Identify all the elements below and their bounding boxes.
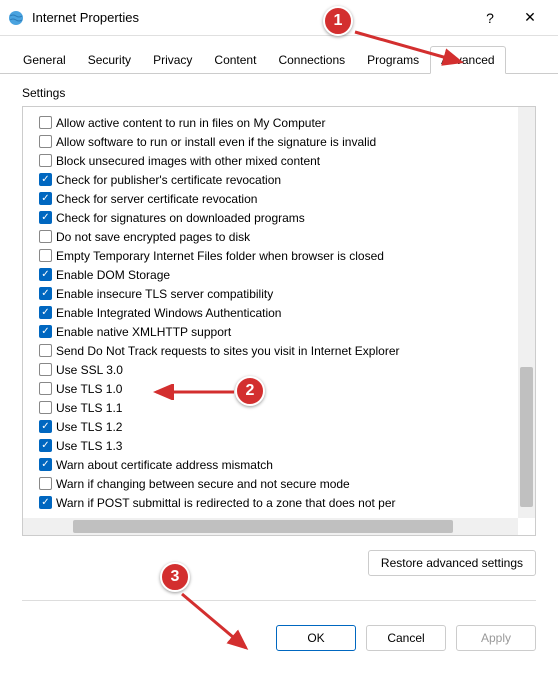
tab-advanced[interactable]: Advanced: [430, 46, 505, 74]
setting-row[interactable]: Enable Integrated Windows Authentication: [39, 303, 535, 322]
scrollbar-thumb[interactable]: [73, 520, 453, 533]
checkbox[interactable]: [39, 173, 52, 186]
setting-label: Allow software to run or install even if…: [56, 135, 376, 149]
internet-options-icon: [8, 10, 24, 26]
setting-label: Check for server certificate revocation: [56, 192, 257, 206]
setting-label: Do not save encrypted pages to disk: [56, 230, 250, 244]
setting-row[interactable]: Do not save encrypted pages to disk: [39, 227, 535, 246]
checkbox[interactable]: [39, 363, 52, 376]
tab-security[interactable]: Security: [77, 46, 142, 73]
tab-privacy[interactable]: Privacy: [142, 46, 203, 73]
horizontal-scrollbar[interactable]: [23, 518, 518, 535]
settings-group-label: Settings: [22, 86, 536, 100]
restore-advanced-settings-button[interactable]: Restore advanced settings: [368, 550, 536, 576]
setting-label: Block unsecured images with other mixed …: [56, 154, 320, 168]
tab-connections[interactable]: Connections: [267, 46, 356, 73]
checkbox[interactable]: [39, 135, 52, 148]
settings-listbox: Allow active content to run in files on …: [22, 106, 536, 536]
checkbox[interactable]: [39, 496, 52, 509]
setting-label: Send Do Not Track requests to sites you …: [56, 344, 400, 358]
setting-row[interactable]: Enable native XMLHTTP support: [39, 322, 535, 341]
setting-row[interactable]: Send Do Not Track requests to sites you …: [39, 341, 535, 360]
setting-row[interactable]: Use TLS 1.2: [39, 417, 535, 436]
dialog-footer: OK Cancel Apply: [0, 625, 558, 665]
setting-row[interactable]: Use SSL 3.0: [39, 360, 535, 379]
setting-label: Warn if POST submittal is redirected to …: [56, 496, 396, 510]
checkbox[interactable]: [39, 116, 52, 129]
checkbox[interactable]: [39, 344, 52, 357]
setting-row[interactable]: Check for publisher's certificate revoca…: [39, 170, 535, 189]
checkbox[interactable]: [39, 192, 52, 205]
setting-row[interactable]: Warn about certificate address mismatch: [39, 455, 535, 474]
divider: [22, 600, 536, 601]
setting-row[interactable]: Block unsecured images with other mixed …: [39, 151, 535, 170]
setting-label: Use TLS 1.1: [56, 401, 122, 415]
setting-label: Warn about certificate address mismatch: [56, 458, 273, 472]
checkbox[interactable]: [39, 477, 52, 490]
tab-strip: General Security Privacy Content Connect…: [0, 36, 558, 74]
checkbox[interactable]: [39, 458, 52, 471]
checkbox[interactable]: [39, 230, 52, 243]
vertical-scrollbar[interactable]: [518, 107, 535, 518]
ok-button[interactable]: OK: [276, 625, 356, 651]
setting-row[interactable]: Warn if changing between secure and not …: [39, 474, 535, 493]
setting-label: Check for publisher's certificate revoca…: [56, 173, 281, 187]
checkbox[interactable]: [39, 306, 52, 319]
setting-row[interactable]: Use TLS 1.0: [39, 379, 535, 398]
setting-label: Use TLS 1.2: [56, 420, 122, 434]
setting-row[interactable]: Check for server certificate revocation: [39, 189, 535, 208]
setting-row[interactable]: Allow active content to run in files on …: [39, 113, 535, 132]
setting-row[interactable]: Allow software to run or install even if…: [39, 132, 535, 151]
checkbox[interactable]: [39, 420, 52, 433]
setting-label: Enable native XMLHTTP support: [56, 325, 231, 339]
cancel-button[interactable]: Cancel: [366, 625, 446, 651]
checkbox[interactable]: [39, 249, 52, 262]
checkbox[interactable]: [39, 325, 52, 338]
setting-row[interactable]: Enable DOM Storage: [39, 265, 535, 284]
setting-row[interactable]: Enable insecure TLS server compatibility: [39, 284, 535, 303]
help-button[interactable]: ?: [470, 0, 510, 36]
scrollbar-thumb[interactable]: [520, 367, 533, 507]
setting-label: Empty Temporary Internet Files folder wh…: [56, 249, 384, 263]
setting-label: Enable DOM Storage: [56, 268, 170, 282]
titlebar: Internet Properties ? ✕: [0, 0, 558, 36]
checkbox[interactable]: [39, 211, 52, 224]
setting-row[interactable]: Check for signatures on downloaded progr…: [39, 208, 535, 227]
checkbox[interactable]: [39, 439, 52, 452]
checkbox[interactable]: [39, 154, 52, 167]
tab-programs[interactable]: Programs: [356, 46, 430, 73]
setting-label: Use TLS 1.0: [56, 382, 122, 396]
setting-label: Warn if changing between secure and not …: [56, 477, 350, 491]
tab-general[interactable]: General: [12, 46, 77, 73]
setting-label: Enable insecure TLS server compatibility: [56, 287, 273, 301]
close-button[interactable]: ✕: [510, 0, 550, 36]
checkbox[interactable]: [39, 401, 52, 414]
setting-row[interactable]: Warn if POST submittal is redirected to …: [39, 493, 535, 512]
setting-row[interactable]: Use TLS 1.1: [39, 398, 535, 417]
tab-panel-advanced: Settings Allow active content to run in …: [0, 74, 558, 625]
setting-label: Use SSL 3.0: [56, 363, 123, 377]
setting-label: Enable Integrated Windows Authentication: [56, 306, 281, 320]
apply-button[interactable]: Apply: [456, 625, 536, 651]
window-title: Internet Properties: [32, 10, 470, 25]
checkbox[interactable]: [39, 382, 52, 395]
setting-row[interactable]: Use TLS 1.3: [39, 436, 535, 455]
setting-label: Use TLS 1.3: [56, 439, 122, 453]
setting-label: Allow active content to run in files on …: [56, 116, 325, 130]
checkbox[interactable]: [39, 287, 52, 300]
tab-content[interactable]: Content: [203, 46, 267, 73]
checkbox[interactable]: [39, 268, 52, 281]
setting-row[interactable]: Empty Temporary Internet Files folder wh…: [39, 246, 535, 265]
setting-label: Check for signatures on downloaded progr…: [56, 211, 305, 225]
